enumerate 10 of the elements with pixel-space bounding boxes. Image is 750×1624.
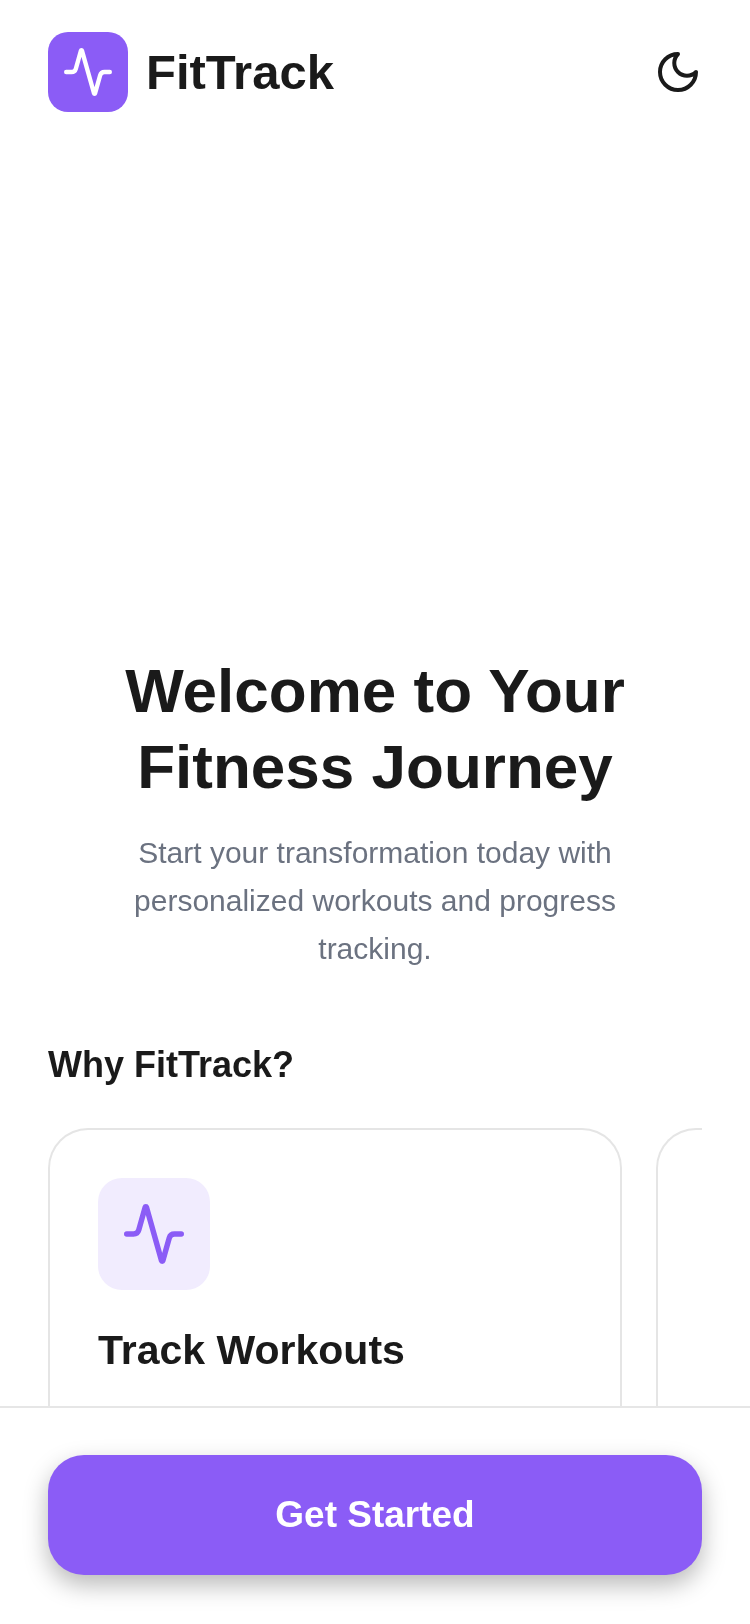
moon-icon [658,52,698,92]
section-heading: Why FitTrack? [48,1043,296,1087]
hero-subtitle: Start your transformation today with personalized workouts and progress tracking. [133,835,617,967]
pulse-icon [48,32,128,112]
pulse-icon [98,1178,210,1290]
hero-title: Welcome to Your Fitness Journey [124,655,626,803]
card-title: Track Workouts [98,1326,406,1375]
get-started-button[interactable]: Get Started [48,1455,702,1575]
theme-toggle-button[interactable] [658,52,698,92]
app-name: FitTrack [146,44,334,101]
